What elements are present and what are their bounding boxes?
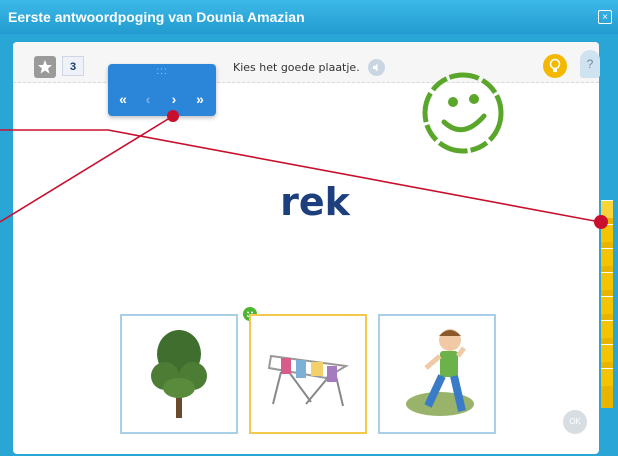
choice-drying-rack[interactable] (249, 314, 367, 434)
progress-segment (601, 248, 613, 266)
progress-segment (601, 320, 613, 338)
boy-image (406, 329, 474, 416)
ok-button[interactable]: OK (563, 410, 587, 434)
progress-segment (601, 344, 613, 362)
choice-boy[interactable] (378, 314, 496, 434)
navigation-panel[interactable]: ::: « ‹ › » (108, 64, 216, 116)
last-button[interactable]: » (189, 88, 211, 110)
progress-segment (601, 368, 613, 386)
speaker-icon[interactable] (368, 59, 385, 76)
progress-segment (601, 200, 613, 218)
lightbulb-icon[interactable] (543, 54, 567, 78)
progress-segment (601, 272, 613, 290)
window-title: Eerste antwoordpoging van Dounia Amazian (8, 9, 305, 25)
help-button[interactable]: ? (580, 50, 600, 78)
level-indicator: 3 (62, 56, 84, 76)
progress-segment (601, 224, 613, 242)
close-button[interactable]: × (598, 10, 612, 24)
drying-rack-image (267, 354, 349, 407)
previous-button[interactable]: ‹ (137, 88, 159, 110)
first-button[interactable]: « (112, 88, 134, 110)
drag-handle[interactable]: ::: (108, 66, 216, 78)
title-bar: Eerste antwoordpoging van Dounia Amazian… (0, 0, 618, 34)
choice-tree[interactable] (120, 314, 238, 434)
smiley-stamp-icon (422, 72, 504, 154)
tree-image (151, 330, 207, 418)
target-word: rek (280, 180, 350, 224)
instruction-text: Kies het goede plaatje. (233, 61, 360, 74)
star-icon[interactable] (34, 56, 56, 78)
next-button[interactable]: › (163, 88, 185, 110)
progress-segment (601, 296, 613, 314)
